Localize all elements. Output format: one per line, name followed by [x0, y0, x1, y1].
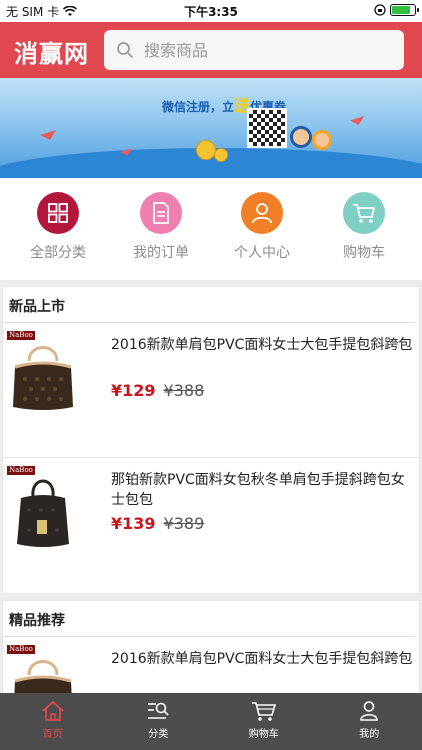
nav-circle [37, 192, 79, 234]
app-header: 消赢网 [0, 22, 422, 78]
coin-icon [214, 148, 228, 162]
quick-nav: 全部分类 我的订单 个人中心 购物车 [0, 178, 422, 280]
app-logo[interactable]: 消赢网 [14, 34, 89, 69]
tab-category[interactable]: 分类 [106, 693, 212, 750]
product-card[interactable]: NaBoo 2016新款单肩包PVC面料女士大包手提包斜跨包 ¥129 ¥388 [3, 323, 419, 457]
section-featured: 精品推荐 NaBoo 2016新款单肩包PVC面料女士大包手提包斜跨包 [2, 600, 420, 724]
coin-icon [196, 140, 216, 160]
product-original-price: ¥388 [163, 381, 205, 400]
orientation-lock-icon [374, 4, 386, 16]
product-original-price: ¥389 [163, 514, 205, 533]
search-input[interactable] [144, 40, 384, 60]
tab-label: 我的 [359, 729, 380, 740]
nav-label: 我的订单 [133, 245, 189, 261]
section-new-arrivals: 新品上市 NaBoo 2016新款单肩包PVC面料女士大包手提包斜跨包 ¥129… [2, 286, 420, 594]
nav-label: 个人中心 [234, 245, 290, 261]
product-image[interactable]: NaBoo [7, 466, 79, 550]
handbag-image [17, 479, 69, 547]
nav-my-orders[interactable]: 我的订单 [116, 192, 206, 262]
search-bar[interactable] [104, 30, 404, 70]
product-prices: ¥139 ¥389 [111, 514, 204, 533]
paper-plane-icon [350, 116, 364, 125]
paper-plane-icon [40, 130, 56, 140]
handbag-image [13, 346, 73, 410]
tab-mine[interactable]: 我的 [317, 693, 422, 750]
nav-label: 全部分类 [30, 245, 86, 261]
person-icon [252, 203, 272, 224]
nav-circle [241, 192, 283, 234]
status-right [374, 4, 419, 16]
grid-icon [48, 203, 68, 223]
category-search-icon [148, 702, 169, 719]
tab-label: 首页 [42, 729, 63, 740]
section-title: 精品推荐 [3, 601, 415, 637]
search-icon [117, 42, 133, 58]
section-title: 新品上市 [3, 287, 415, 323]
tab-label: 分类 [148, 729, 169, 740]
nav-all-categories[interactable]: 全部分类 [13, 192, 103, 262]
paper-plane-icon [120, 148, 132, 156]
product-card[interactable]: NaBoo 那铂新款PVC面料女包秋冬单肩包手提斜跨包女士包包 ¥139 ¥38… [3, 457, 419, 591]
cartoon-kid-icon [290, 126, 312, 148]
nav-personal-center[interactable]: 个人中心 [217, 192, 307, 262]
qr-code-icon [247, 108, 287, 148]
bottom-tab-bar: 首页 分类 购物车 我的 [0, 693, 422, 750]
tab-label: 购物车 [248, 729, 279, 740]
nav-circle [343, 192, 385, 234]
cartoon-kid-icon [312, 130, 332, 150]
battery-level [392, 6, 410, 14]
product-image[interactable]: NaBoo [7, 331, 79, 415]
product-title[interactable]: 2016新款单肩包PVC面料女士大包手提包斜跨包 [111, 335, 417, 355]
nav-circle [140, 192, 182, 234]
clock: 下午3:35 [184, 5, 238, 19]
promo-banner[interactable]: 微信注册，立送优惠券 [0, 78, 422, 178]
user-icon [360, 701, 379, 721]
nav-cart[interactable]: 购物车 [319, 192, 409, 262]
product-title[interactable]: 那铂新款PVC面料女包秋冬单肩包手提斜跨包女士包包 [111, 470, 417, 510]
banner-text-prefix: 微信注册，立 [162, 100, 235, 114]
nav-label: 购物车 [343, 245, 385, 261]
battery-icon [390, 4, 419, 16]
tab-cart[interactable]: 购物车 [211, 693, 317, 750]
status-bar: 无 SIM 卡 下午3:35 [0, 0, 422, 22]
document-icon [153, 202, 169, 224]
product-title[interactable]: 2016新款单肩包PVC面料女士大包手提包斜跨包 [111, 649, 417, 669]
product-price: ¥129 [111, 381, 156, 400]
cart-icon [251, 702, 276, 721]
product-prices: ¥129 ¥388 [111, 381, 204, 400]
home-icon [42, 700, 64, 721]
cart-icon [353, 204, 376, 223]
product-price: ¥139 [111, 514, 156, 533]
tab-home[interactable]: 首页 [0, 693, 106, 750]
